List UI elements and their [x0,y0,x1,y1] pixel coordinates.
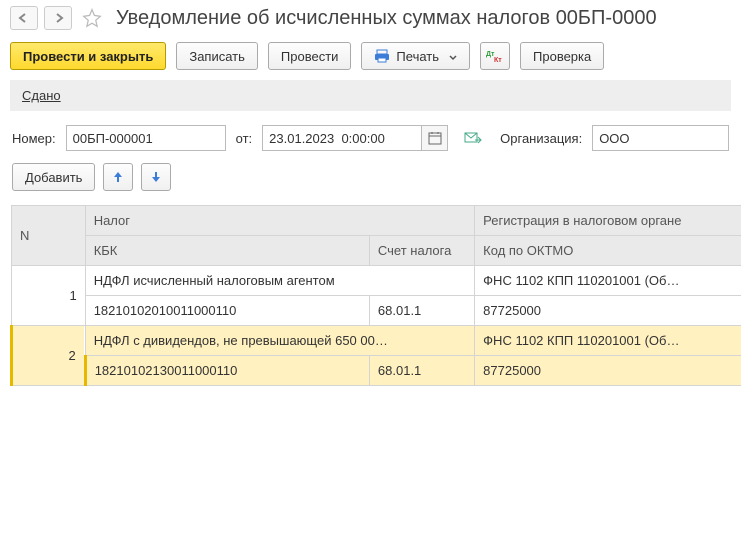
cell-tax[interactable]: НДФЛ с дивидендов, не превышающей 650 00… [85,326,474,356]
dtkt-button[interactable]: Дт Кт [480,42,510,70]
table-row[interactable]: 2НДФЛ с дивидендов, не превышающей 650 0… [12,326,741,356]
write-label: Записать [189,49,245,64]
table-row[interactable]: 1821010201001100011068.01.187725000 [12,296,741,326]
number-input[interactable] [66,125,226,151]
date-input[interactable] [262,125,422,151]
arrow-up-icon [112,170,124,184]
post-label: Провести [281,49,339,64]
post-and-close-label: Провести и закрыть [23,49,153,64]
move-down-button[interactable] [141,163,171,191]
col-header-oktmo[interactable]: Код по ОКТМО [475,236,741,266]
cell-oktmo[interactable]: 87725000 [475,296,741,326]
svg-text:Кт: Кт [494,57,502,63]
post-button[interactable]: Провести [268,42,352,70]
org-label: Организация: [500,131,582,146]
cell-account[interactable]: 68.01.1 [369,296,474,326]
calendar-icon [428,131,442,145]
nav-back-button[interactable] [10,6,38,30]
cell-registration[interactable]: ФНС 1102 КПП 110201001 (Об… [475,326,741,356]
table-row[interactable]: 1НДФЛ исчисленный налоговым агентомФНС 1… [12,266,741,296]
dtkt-icon: Дт Кт [486,49,504,63]
write-button[interactable]: Записать [176,42,258,70]
cell-registration[interactable]: ФНС 1102 КПП 110201001 (Об… [475,266,741,296]
page-title: Уведомление об исчисленных суммах налого… [116,7,657,30]
add-label: Добавить [25,170,82,185]
col-header-tax[interactable]: Налог [85,206,474,236]
arrow-down-icon [150,170,162,184]
favorite-star-icon[interactable] [78,6,106,30]
check-button[interactable]: Проверка [520,42,604,70]
col-header-account[interactable]: Счет налога [369,236,474,266]
printer-icon [374,49,390,63]
status-bar: Сдано [10,80,731,111]
cell-n[interactable]: 2 [12,326,86,386]
date-label: от: [236,131,253,146]
col-header-n[interactable]: N [12,206,86,266]
col-header-registration[interactable]: Регистрация в налоговом органе [475,206,741,236]
nav-forward-button[interactable] [44,6,72,30]
print-button[interactable]: Печать [361,42,470,70]
check-label: Проверка [533,49,591,64]
move-up-button[interactable] [103,163,133,191]
org-input[interactable] [592,125,729,151]
col-header-kbk[interactable]: КБК [85,236,369,266]
print-label: Печать [396,49,439,64]
cell-kbk[interactable]: 18210102010011000110 [85,296,369,326]
chevron-down-icon [449,49,457,64]
cell-account[interactable]: 68.01.1 [369,356,474,386]
send-icon[interactable] [464,130,482,146]
cell-tax[interactable]: НДФЛ исчисленный налоговым агентом [85,266,474,296]
number-label: Номер: [12,131,56,146]
cell-oktmo[interactable]: 87725000 [475,356,741,386]
cell-n[interactable]: 1 [12,266,86,326]
cell-kbk[interactable]: 18210102130011000110 [85,356,369,386]
status-link[interactable]: Сдано [22,88,61,103]
post-and-close-button[interactable]: Провести и закрыть [10,42,166,70]
tax-table: N Налог Регистрация в налоговом органе С… [10,205,741,386]
add-button[interactable]: Добавить [12,163,95,191]
calendar-button[interactable] [422,125,448,151]
table-row[interactable]: 1821010213001100011068.01.187725000 [12,356,741,386]
